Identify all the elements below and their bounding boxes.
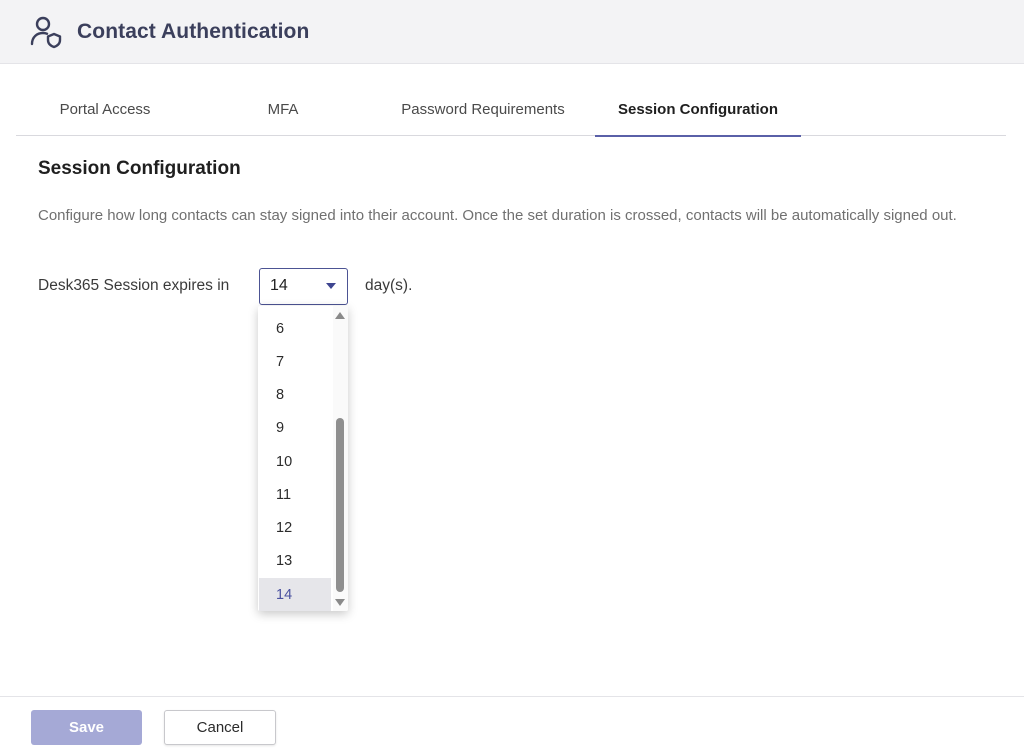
tab-portal-access[interactable]: Portal Access [34,82,176,136]
session-expiry-label: Desk365 Session expires in [38,277,230,294]
page-header: Contact Authentication [0,0,1024,64]
dropdown-option[interactable]: 6 [259,312,331,345]
chevron-down-icon [326,283,336,289]
scrollbar-thumb[interactable] [336,418,344,592]
user-shield-icon [28,14,64,50]
dropdown-option[interactable]: 7 [259,345,331,378]
session-days-suffix: day(s). [365,277,413,294]
session-days-dropdown: 6 7 8 9 10 11 12 13 14 [258,306,348,611]
dropdown-scrollbar[interactable] [333,306,348,611]
cancel-button[interactable]: Cancel [164,710,276,745]
tab-password-requirements[interactable]: Password Requirements [386,82,580,136]
dropdown-option[interactable]: 11 [259,478,331,511]
dropdown-option[interactable]: 13 [259,544,331,577]
dropdown-option-selected[interactable]: 14 [259,578,331,611]
save-button[interactable]: Save [31,710,142,745]
page-footer: Save Cancel [0,696,1024,753]
dropdown-option[interactable]: 12 [259,511,331,544]
tab-mfa[interactable]: MFA [240,82,326,136]
dropdown-option[interactable]: 10 [259,445,331,478]
scroll-down-arrow-icon[interactable] [335,599,345,606]
tab-bar: Portal Access MFA Password Requirements … [16,82,1006,137]
tab-session-configuration[interactable]: Session Configuration [595,82,801,137]
page-title: Contact Authentication [77,19,310,43]
scroll-up-arrow-icon[interactable] [335,312,345,319]
section-title: Session Configuration [38,158,241,179]
session-days-select[interactable]: 14 [259,268,348,305]
dropdown-option[interactable]: 9 [259,411,331,444]
dropdown-option[interactable]: 8 [259,378,331,411]
session-days-value: 14 [270,277,288,294]
section-description: Configure how long contacts can stay sig… [38,207,957,224]
